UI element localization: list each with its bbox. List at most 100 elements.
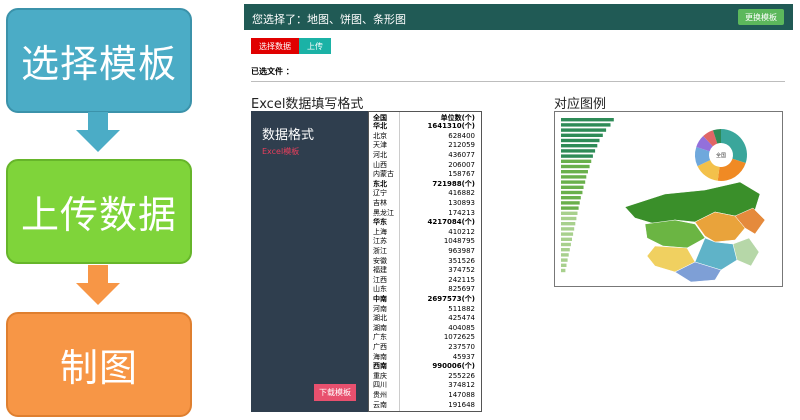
table-cell-region: 辽宁 (373, 189, 387, 198)
table-cell-count: 351526 (448, 256, 475, 265)
pie-slice (717, 158, 746, 181)
table-row: 江苏 1048795 (369, 237, 481, 245)
table-row: 广西 237570 (369, 343, 481, 351)
selected-files-label: 已选文件 ： (251, 67, 294, 76)
chart-bar (561, 253, 569, 257)
table-cell-count: 374752 (448, 266, 475, 275)
table-cell-region: 浙江 (373, 247, 387, 255)
chart-bar (561, 237, 572, 241)
change-template-button[interactable]: 更换模板 (738, 9, 784, 25)
excel-format-title: Excel数据填写格式 (251, 97, 364, 112)
chart-bar (561, 180, 586, 184)
table-cell-region: 湖南 (373, 323, 387, 332)
table-row: 重庆 255226 (369, 372, 481, 380)
table-cell-count: 2697573(个) (427, 295, 476, 303)
table-cell-count: 436077 (448, 151, 475, 159)
table-row: 湖北 425474 (369, 314, 481, 322)
table-row: 河北 436077 (369, 151, 481, 159)
table-cell-region: 内蒙古 (373, 170, 394, 179)
chart-example-frame: 全国 (554, 111, 783, 287)
table-cell-region: 云南 (373, 400, 387, 409)
table-cell-count: 410212 (448, 227, 475, 236)
table-cell-region: 安徽 (373, 256, 387, 265)
chart-bar (561, 242, 571, 247)
down-arrow-icon (76, 265, 120, 307)
table-row: 云南 191648 (369, 401, 481, 409)
table-header-region: 全国 (373, 114, 387, 122)
chart-example-title: 对应图例 (554, 97, 607, 112)
chart-bar (561, 222, 576, 226)
table-cell-region: 西南 (373, 362, 387, 371)
chart-bar (561, 216, 577, 221)
table-cell-count: 416882 (448, 189, 475, 198)
table-cell-count: 191648 (448, 400, 475, 409)
table-row: 山东 825697 (369, 285, 481, 293)
table-cell-count: 628400 (448, 131, 475, 140)
chart-bar (561, 133, 603, 137)
chart-bar (561, 185, 584, 189)
pie-center-label: 全国 (716, 152, 726, 159)
table-cell-count: 4217084(个) (427, 218, 476, 227)
chart-bar (561, 190, 583, 195)
chart-bar (561, 144, 598, 148)
table-cell-region: 北京 (373, 131, 387, 140)
chart-bar (561, 123, 611, 127)
step-upload-data-label: 上传数据 (20, 193, 177, 237)
table-cell-count: 242115 (448, 275, 475, 284)
table-cell-region: 山东 (373, 285, 387, 294)
table-row: 四川 374812 (369, 381, 481, 389)
table-cell-region: 中南 (373, 295, 387, 303)
chart-bar (561, 248, 570, 252)
table-cell-region: 江苏 (373, 237, 387, 246)
table-cell-region: 广东 (373, 333, 387, 342)
table-row: 福建 374752 (369, 266, 481, 274)
table-cell-region: 江西 (373, 275, 387, 284)
table-cell-count: 990006(个) (432, 362, 475, 371)
chart-bar (561, 164, 590, 169)
table-cell-region: 四川 (373, 381, 387, 390)
chart-bar (561, 138, 600, 143)
download-template-button[interactable]: 下载模板 (314, 384, 356, 401)
table-cell-count: 237570 (448, 343, 475, 351)
table-cell-count: 1048795 (443, 237, 475, 246)
table-cell-region: 黑龙江 (373, 208, 394, 217)
table-row: 黑龙江 174213 (369, 209, 481, 217)
table-row: 山西 206007 (369, 161, 481, 169)
chart-bar (561, 118, 614, 122)
chart-bar (561, 211, 578, 215)
table-cell-count: 45937 (452, 352, 475, 361)
upload-button[interactable]: 上传 (299, 38, 331, 54)
table-cell-count: 404085 (448, 323, 475, 332)
table-cell-count: 721988(个) (432, 179, 475, 188)
map-region (732, 237, 760, 267)
table-cell-count: 825697 (448, 285, 475, 294)
table-cell-region: 东北 (373, 179, 387, 188)
step-make-chart: 制图 (6, 312, 192, 417)
table-cell-count: 212059 (448, 141, 475, 150)
table-row: 广东 1072625 (369, 333, 481, 341)
select-data-button[interactable]: 选择数据 (251, 38, 299, 54)
table-header-row: 全国 单位数(个) (369, 114, 481, 122)
table-region-row: 华东 4217084(个) (369, 218, 481, 226)
table-cell-count: 425474 (448, 314, 475, 323)
table-cell-region: 天津 (373, 141, 387, 150)
excel-template-link[interactable]: Excel模板 (262, 146, 299, 157)
table-cell-region: 福建 (373, 266, 387, 275)
table-cell-count: 130893 (448, 199, 475, 207)
chart-bar (561, 170, 588, 174)
table-cell-count: 511882 (448, 304, 475, 313)
table-row: 上海 410212 (369, 228, 481, 236)
table-row: 内蒙古 158767 (369, 170, 481, 178)
step-select-template-label: 选择模板 (20, 42, 177, 86)
table-row: 贵州 147088 (369, 391, 481, 399)
table-region-row: 东北 721988(个) (369, 180, 481, 188)
step-make-chart-label: 制图 (59, 346, 138, 390)
chart-bar (561, 263, 567, 267)
table-region-row: 西南 990006(个) (369, 362, 481, 370)
chart-bar (561, 232, 574, 236)
table-region-row: 中南 2697573(个) (369, 295, 481, 303)
down-arrow-icon (76, 112, 120, 154)
table-cell-region: 河南 (373, 304, 387, 313)
chart-bar (561, 196, 581, 200)
table-cell-region: 山西 (373, 160, 387, 169)
